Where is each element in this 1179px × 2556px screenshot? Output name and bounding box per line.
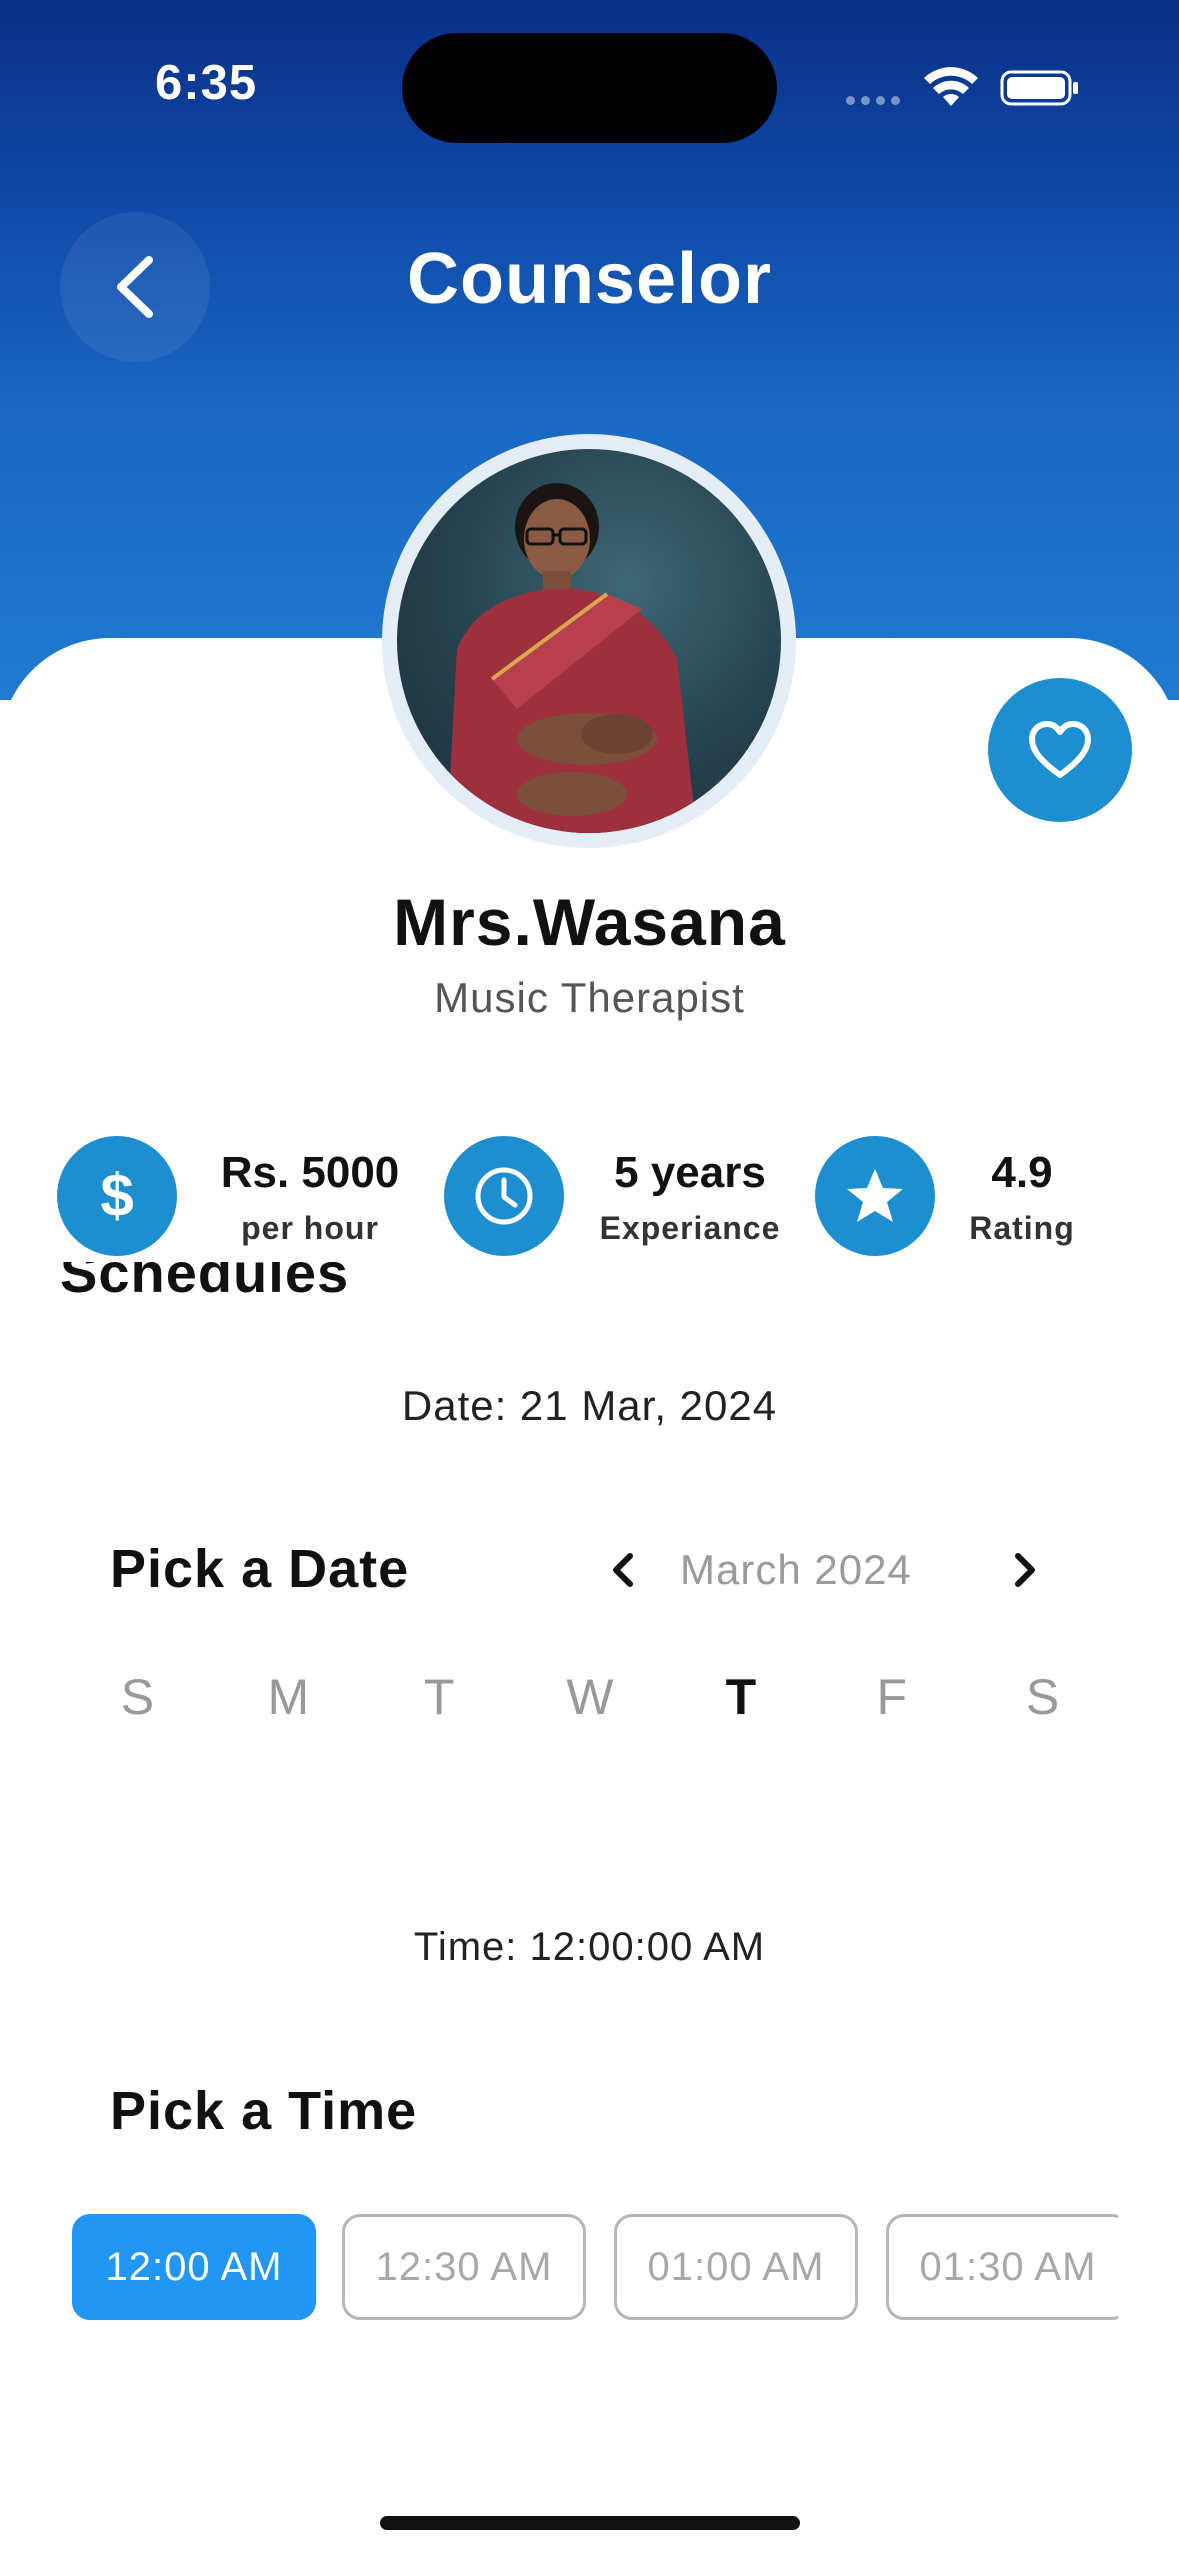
dollar-icon: $: [57, 1136, 177, 1256]
schedules-heading-container: Schedules: [60, 1262, 560, 1334]
weekday-label-current: T: [725, 1669, 757, 1725]
dynamic-island: [402, 33, 777, 143]
page-title: Counselor: [406, 239, 773, 319]
avatar: [382, 434, 796, 848]
home-indicator: [380, 2516, 800, 2530]
rating-value: 4.9: [991, 1148, 1053, 1197]
experience-value: 5 years: [614, 1148, 766, 1197]
counselor-portrait-image: [447, 483, 697, 833]
next-month-button[interactable]: [994, 1540, 1054, 1600]
weekday-label: F: [876, 1669, 907, 1725]
time-slot-button[interactable]: 12:30 AM: [342, 2214, 586, 2320]
avatar-photo: [397, 449, 781, 833]
heart-icon: [1029, 721, 1091, 778]
pick-date-title: Pick a Date: [110, 1539, 410, 1599]
status-bar-time: 6:35: [155, 56, 258, 110]
weekday-label: S: [120, 1669, 155, 1725]
cellular-signal-icon: [846, 96, 900, 105]
favorite-button[interactable]: [988, 678, 1132, 822]
wifi-icon: [924, 67, 978, 106]
schedules-heading: Schedules: [60, 1262, 350, 1304]
previous-month-button[interactable]: [594, 1540, 654, 1600]
pick-time-title: Pick a Time: [110, 2081, 418, 2141]
selected-time-text: Time: 12:00:00 AM: [413, 1925, 766, 1969]
svg-text:$: $: [100, 1164, 133, 1228]
experience-label: Experiance: [599, 1210, 781, 1246]
clock-icon: [444, 1136, 564, 1256]
battery-icon: [1000, 70, 1078, 106]
weekday-header: S M T W T F S: [62, 1668, 1118, 1726]
price-label: per hour: [241, 1210, 379, 1246]
price-value: Rs. 5000: [220, 1148, 400, 1197]
weekday-label: T: [423, 1669, 455, 1725]
time-slot-button[interactable]: 01:00 AM: [614, 2214, 858, 2320]
time-slot-button[interactable]: 01:30 AM: [886, 2214, 1118, 2320]
rating-label: Rating: [969, 1210, 1075, 1246]
weekday-label: M: [267, 1669, 310, 1725]
selected-date-text: Date: 21 Mar, 2024: [401, 1382, 778, 1429]
weekday-label: S: [1025, 1669, 1060, 1725]
month-label: March 2024: [680, 1546, 912, 1593]
weekday-label: W: [566, 1669, 614, 1725]
counselor-role: Music Therapist: [434, 974, 745, 1021]
time-slot-list[interactable]: 12:00 AM 12:30 AM 01:00 AM 01:30 AM: [70, 2212, 1118, 2326]
counselor-name: Mrs.Wasana: [393, 885, 786, 959]
time-slot-button[interactable]: 12:00 AM: [72, 2214, 316, 2320]
